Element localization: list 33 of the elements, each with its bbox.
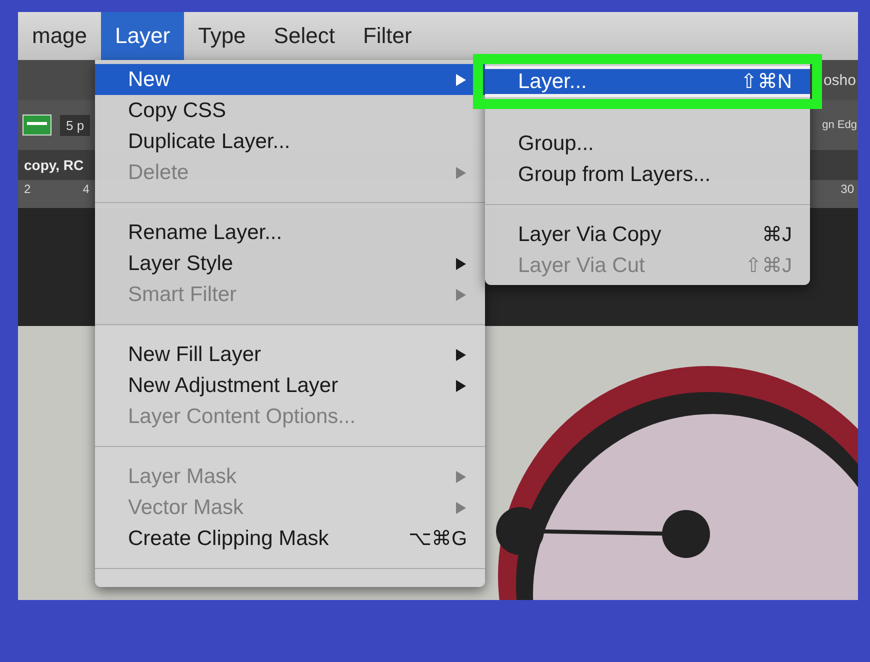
menu-item[interactable]: Duplicate Layer...	[95, 126, 485, 157]
menu-item[interactable]: Layer Style	[95, 248, 485, 279]
tool-preset-icon[interactable]	[22, 114, 52, 136]
menu-item[interactable]: Create Clipping Mask ⌥⌘G	[95, 523, 485, 554]
submenu-arrow-icon	[455, 72, 467, 86]
menu-item[interactable]: Group...	[485, 128, 810, 159]
submenu-arrow-icon	[455, 378, 467, 392]
submenu-arrow-icon	[455, 470, 467, 484]
menu-bar-item[interactable]: Filter	[348, 12, 426, 60]
menu-item[interactable]: Layer Via Copy ⌘J	[485, 219, 810, 250]
menu-item[interactable]: Rename Layer...	[95, 217, 485, 248]
size-field[interactable]: 5 p	[60, 114, 90, 136]
title-text: osho	[823, 72, 856, 88]
submenu-arrow-icon	[455, 166, 467, 180]
menu-item[interactable]: New Adjustment Layer	[95, 370, 485, 401]
menu-item[interactable]: Copy CSS	[95, 95, 485, 126]
menu-bar-item[interactable]: Type	[184, 12, 260, 60]
document-tab-title: copy, RC	[24, 157, 84, 173]
menu-item[interactable]: New	[95, 64, 485, 95]
submenu-arrow-icon	[455, 348, 467, 362]
menu-item[interactable]: Group from Layers...	[485, 159, 810, 190]
menu-item[interactable]: New Fill Layer	[95, 339, 485, 370]
submenu-arrow-icon	[455, 256, 467, 270]
submenu-arrow-icon	[455, 288, 467, 302]
menu-item[interactable]: Layer... ⇧⌘N	[485, 66, 810, 97]
menu-bar-item[interactable]: Layer	[101, 12, 184, 60]
option-label: gn Edg	[822, 119, 857, 131]
menu-bar-item[interactable]: Select	[260, 12, 349, 60]
ruler-number: 30	[840, 182, 854, 196]
submenu-arrow-icon	[455, 500, 467, 514]
ruler-number: 2	[24, 182, 31, 196]
menu-bar-item[interactable]: mage	[18, 12, 102, 60]
ruler-number: 4	[82, 182, 90, 196]
